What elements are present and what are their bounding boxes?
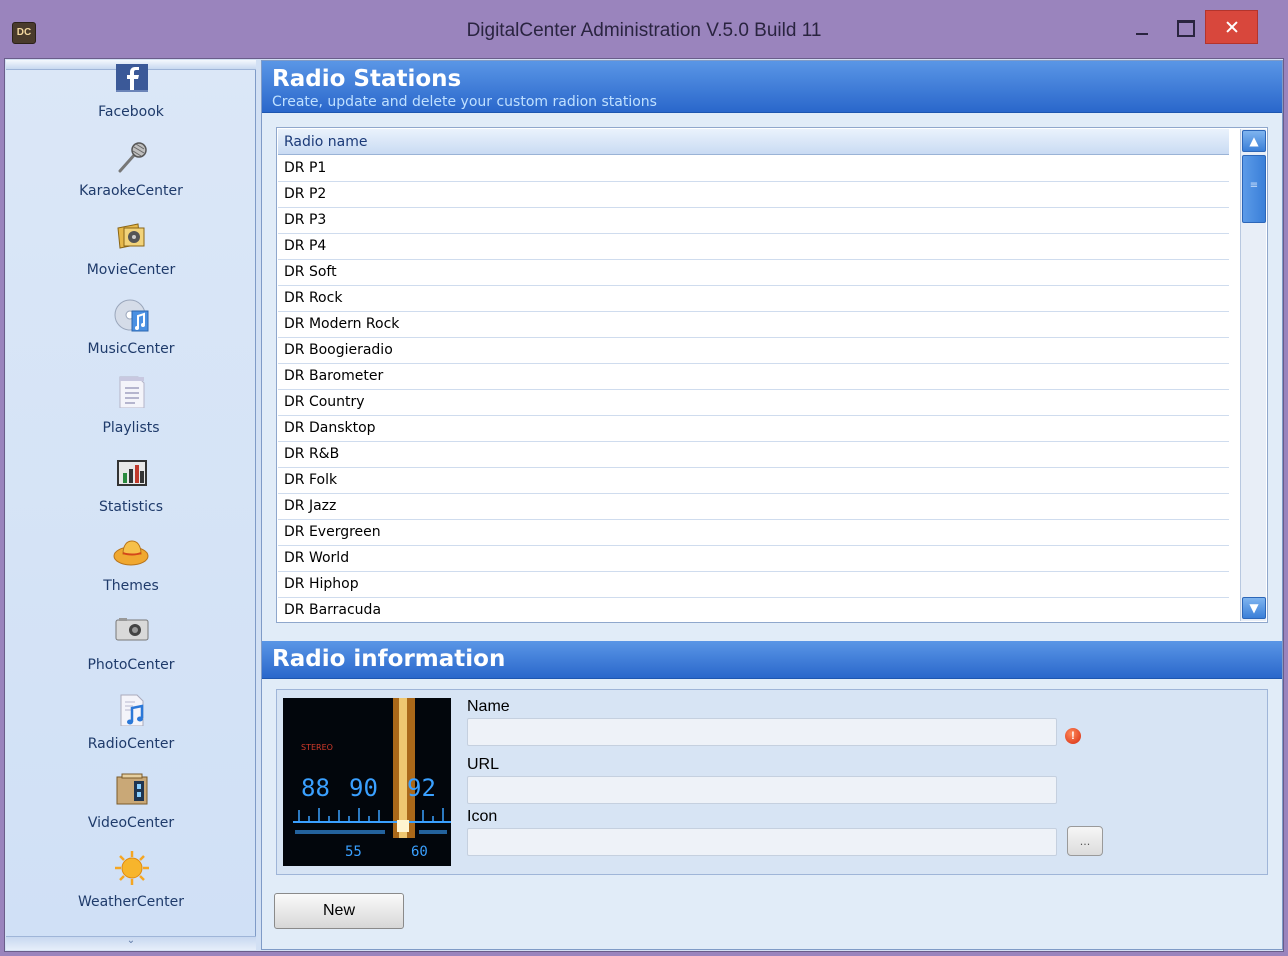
main-panel: Radio Stations Create, update and delete… xyxy=(261,60,1283,950)
sidebar-item-label: RadioCenter xyxy=(87,736,175,752)
sidebar-item-karaokecenter[interactable]: KaraokeCenter xyxy=(6,133,256,212)
svg-text:92: 92 xyxy=(407,774,436,802)
table-row[interactable]: DR P3 xyxy=(278,208,1229,234)
sidebar-item-photocenter[interactable]: PhotoCenter xyxy=(6,607,256,686)
cd-music-icon xyxy=(114,299,149,332)
document-list-icon xyxy=(119,376,145,408)
microphone-icon xyxy=(118,142,147,173)
table-row[interactable]: DR World xyxy=(278,546,1229,572)
chevron-down-icon: ⌄ xyxy=(126,935,136,946)
scroll-down-button[interactable]: ▼ xyxy=(1242,597,1266,619)
table-row[interactable]: DR Country xyxy=(278,390,1229,416)
cowboy-hat-icon xyxy=(113,540,149,566)
table-row[interactable]: DR Barracuda xyxy=(278,598,1229,621)
sidebar-item-themes[interactable]: Themes xyxy=(6,528,256,607)
minimize-button[interactable] xyxy=(1124,10,1160,44)
column-header-radio-name[interactable]: Radio name xyxy=(278,129,1229,155)
sidebar-item-moviecenter[interactable]: MovieCenter xyxy=(6,212,256,291)
radio-stations-header: Radio Stations Create, update and delete… xyxy=(262,61,1282,113)
scrollbar-thumb[interactable] xyxy=(1242,155,1266,223)
sidebar-item-label: Statistics xyxy=(99,499,163,515)
maximize-button[interactable] xyxy=(1166,10,1202,44)
table-row[interactable]: DR Evergreen xyxy=(278,520,1229,546)
sidebar-item-videocenter[interactable]: VideoCenter xyxy=(6,765,256,844)
bar-chart-icon xyxy=(117,460,147,486)
sidebar-item-label: Facebook xyxy=(98,104,164,120)
music-document-icon xyxy=(120,694,144,726)
scroll-up-button[interactable]: ▲ xyxy=(1242,130,1266,152)
radio-information-header: Radio information xyxy=(262,641,1282,679)
icon-label: Icon xyxy=(467,808,498,825)
stereo-label: STEREO xyxy=(301,743,333,752)
table-row[interactable]: DR Barometer xyxy=(278,364,1229,390)
table-row[interactable]: DR Hiphop xyxy=(278,572,1229,598)
sidebar-scroll-down[interactable]: ⌄ xyxy=(6,935,256,950)
name-label: Name xyxy=(467,698,510,715)
url-field[interactable] xyxy=(467,776,1057,804)
client-area: Facebook KaraokeCenter MovieCenter Music… xyxy=(4,58,1284,952)
error-icon: ! xyxy=(1065,728,1081,744)
camera-icon xyxy=(115,618,149,641)
sidebar-item-label: Themes xyxy=(103,578,159,594)
new-button[interactable]: New xyxy=(274,893,404,929)
sidebar-item-facebook[interactable]: Facebook xyxy=(6,54,256,133)
radio-stations-subtitle: Create, update and delete your custom ra… xyxy=(272,94,657,110)
table-row[interactable]: DR Soft xyxy=(278,260,1229,286)
table-row[interactable]: DR P2 xyxy=(278,182,1229,208)
sidebar-item-label: Playlists xyxy=(102,420,160,436)
sidebar: Facebook KaraokeCenter MovieCenter Music… xyxy=(6,60,256,950)
radio-stations-title: Radio Stations xyxy=(272,66,462,92)
svg-text:88: 88 xyxy=(301,774,330,802)
sun-icon xyxy=(115,851,149,885)
radio-dial-image: STEREO 88 90 92 55 60 xyxy=(283,698,451,866)
sidebar-item-playlists[interactable]: Playlists xyxy=(6,370,256,449)
table-row[interactable]: DR R&B xyxy=(278,442,1229,468)
close-button[interactable] xyxy=(1205,10,1258,44)
sidebar-item-label: VideoCenter xyxy=(87,815,175,831)
sidebar-item-musiccenter[interactable]: MusicCenter xyxy=(6,291,256,370)
svg-text:60: 60 xyxy=(411,844,428,860)
vertical-scrollbar[interactable]: ▲ ▼ xyxy=(1240,129,1266,621)
table-row[interactable]: DR Folk xyxy=(278,468,1229,494)
svg-text:55: 55 xyxy=(345,844,362,860)
radio-list[interactable]: Radio name DR P1 DR P2 DR P3 DR P4 DR Soft DR… xyxy=(276,127,1268,623)
sidebar-item-label: WeatherCenter xyxy=(77,894,185,910)
table-row[interactable]: DR P4 xyxy=(278,234,1229,260)
video-box-icon xyxy=(116,773,148,805)
sidebar-item-label: MusicCenter xyxy=(87,341,175,357)
sidebar-item-label: MovieCenter xyxy=(86,262,176,278)
sidebar-item-radiocenter[interactable]: RadioCenter xyxy=(6,686,256,765)
name-field[interactable] xyxy=(467,718,1057,746)
table-row[interactable]: DR Dansktop xyxy=(278,416,1229,442)
table-row[interactable]: DR Jazz xyxy=(278,494,1229,520)
url-label: URL xyxy=(467,756,500,773)
title-bar: DC DigitalCenter Administration V.5.0 Bu… xyxy=(0,0,1288,58)
sidebar-item-label: KaraokeCenter xyxy=(79,183,183,199)
facebook-icon xyxy=(116,64,148,92)
svg-text:90: 90 xyxy=(349,774,378,802)
table-row[interactable]: DR Modern Rock xyxy=(278,312,1229,338)
radio-list-rows: DR P1 DR P2 DR P3 DR P4 DR Soft DR Rock DR Mod… xyxy=(278,156,1229,621)
browse-icon-button[interactable]: ... xyxy=(1067,826,1103,856)
table-row[interactable]: DR P1 xyxy=(278,156,1229,182)
icon-field[interactable] xyxy=(467,828,1057,856)
radio-information-form: STEREO 88 90 92 55 60 Name ! URL Icon ..… xyxy=(276,689,1268,875)
sidebar-item-statistics[interactable]: Statistics xyxy=(6,449,256,528)
window-title: DigitalCenter Administration V.5.0 Build… xyxy=(466,20,822,41)
table-row[interactable]: DR Rock xyxy=(278,286,1229,312)
radio-information-title: Radio information xyxy=(272,646,506,672)
film-icon xyxy=(117,223,145,249)
table-row[interactable]: DR Boogieradio xyxy=(278,338,1229,364)
sidebar-item-label: PhotoCenter xyxy=(87,657,175,673)
sidebar-item-weathercenter[interactable]: WeatherCenter xyxy=(6,844,256,923)
